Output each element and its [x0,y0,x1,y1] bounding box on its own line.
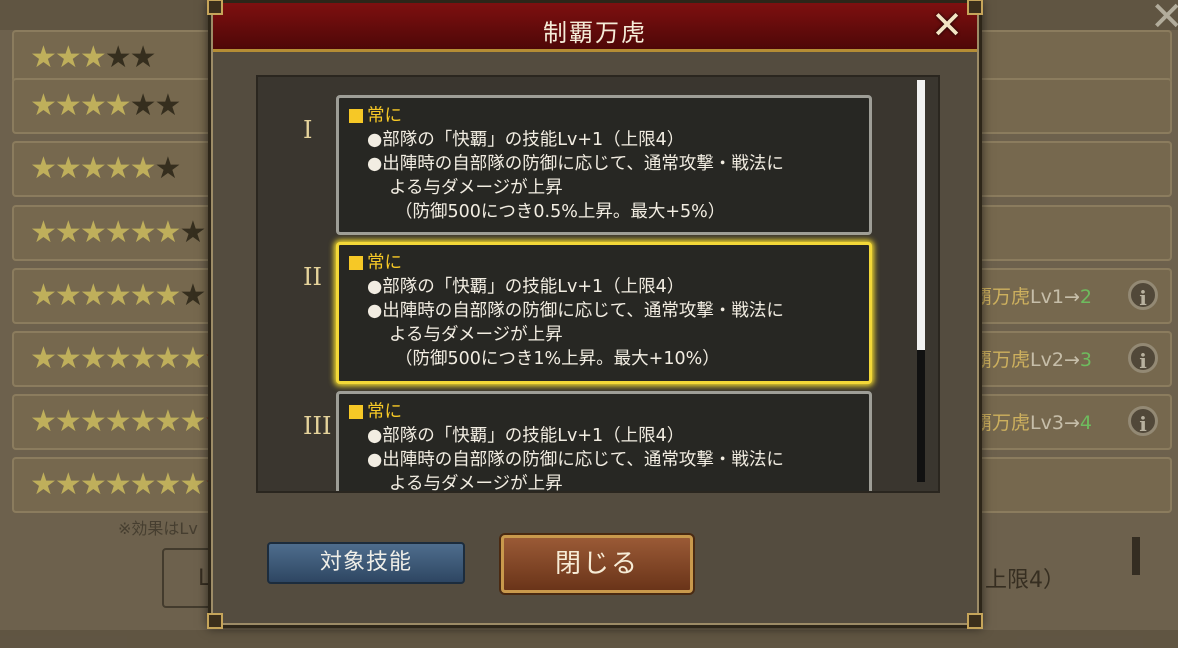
tier-condition: 常に [367,402,402,422]
tier-number: III [303,412,332,440]
tier-condition: 常に [367,106,402,126]
tier-effect-line: ●出陣時の自部隊の防御に応じて、通常攻撃・戦法に [367,450,784,470]
tier-card-1: I 常に ●部隊の「快覇」の技能Lv+1（上限4） ●出陣時の自部隊の防御に応じ… [303,95,872,235]
condition-square-icon [349,405,363,419]
tier-condition: 常に [367,253,402,273]
tier-card-3: III 常に ●部隊の「快覇」の技能Lv+1（上限4） ●出陣時の自部隊の防御に… [303,391,872,493]
tier-effect-line: よる与ダメージが上昇 [389,178,563,198]
scrollbar-thumb[interactable] [917,80,925,350]
dialog-title-bar: 制覇万虎 ✕ [213,3,977,52]
tier-card-2: II 常に ●部隊の「快覇」の技能Lv+1（上限4） ●出陣時の自部隊の防御に応… [303,242,872,384]
tier-effect-line: よる与ダメージが上昇 [389,325,563,345]
tier-number: I [303,116,313,144]
corner-ornament [207,0,223,15]
tier-list[interactable]: I 常に ●部隊の「快覇」の技能Lv+1（上限4） ●出陣時の自部隊の防御に応じ… [256,75,940,493]
close-icon[interactable]: ✕ [927,5,967,45]
tier-effect-line: よる与ダメージが上昇 [389,474,563,493]
tier-effect-line: ●出陣時の自部隊の防御に応じて、通常攻撃・戦法に [367,154,784,174]
tier-effect-line: ●部隊の「快覇」の技能Lv+1（上限4） [367,130,685,150]
skill-dialog: 制覇万虎 ✕ I 常に ●部隊の「快覇」の技能Lv+1（上限4） ●出陣時の自部… [207,0,983,629]
corner-ornament [967,613,983,629]
tier-effect-line: ●出陣時の自部隊の防御に応じて、通常攻撃・戦法に [367,301,784,321]
close-button[interactable]: 閉じる [501,535,693,593]
tier-effect-detail: （防御500につき1%上昇。最大+10%） [395,349,720,369]
condition-square-icon [349,109,363,123]
tier-effect-line: ●部隊の「快覇」の技能Lv+1（上限4） [367,426,685,446]
tier-effect-line: ●部隊の「快覇」の技能Lv+1（上限4） [367,277,685,297]
target-skill-button[interactable]: 対象技能 [267,542,465,584]
dialog-title: 制覇万虎 [543,19,647,47]
corner-ornament [207,613,223,629]
tier-number: II [303,263,322,291]
condition-square-icon [349,256,363,270]
corner-ornament [967,0,983,15]
tier-effect-detail: （防御500につき0.5%上昇。最大+5%） [395,202,726,222]
